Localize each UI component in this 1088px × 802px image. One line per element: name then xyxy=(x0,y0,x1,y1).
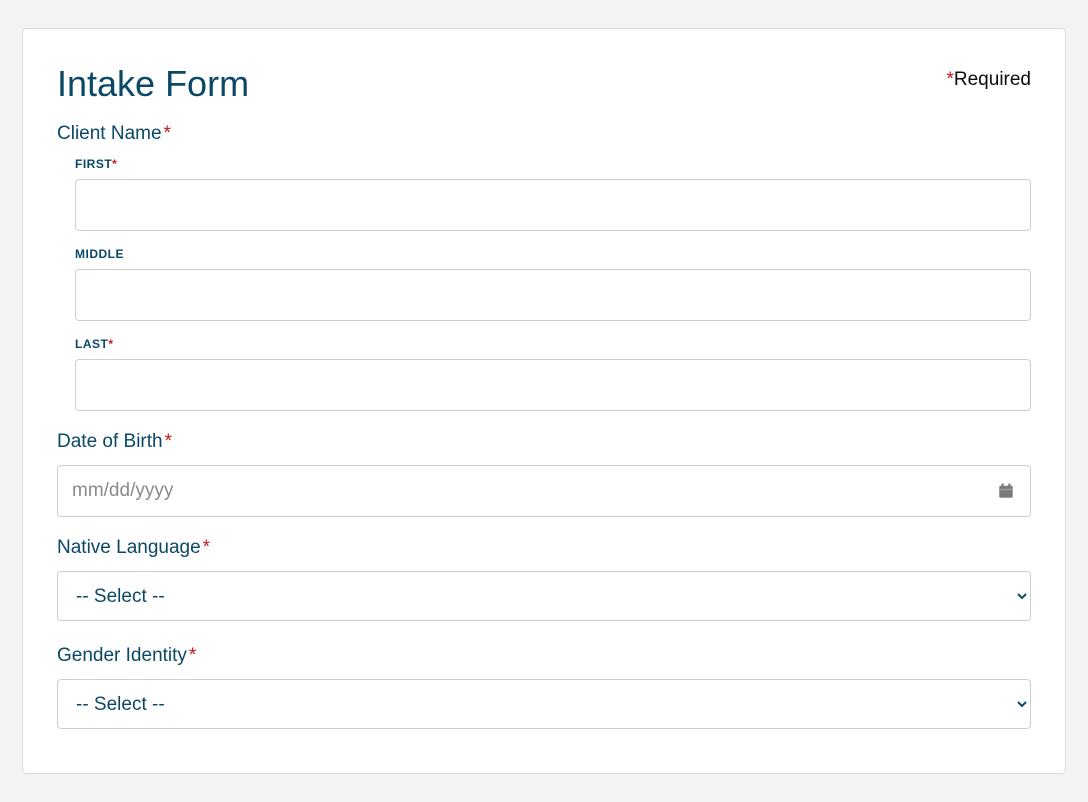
star-icon: * xyxy=(164,123,171,144)
dob-label: Date of Birth* xyxy=(57,431,1031,453)
native-language-label: Native Language* xyxy=(57,537,1031,559)
dob-input-wrap xyxy=(57,465,1031,517)
gender-identity-label: Gender Identity* xyxy=(57,645,1031,667)
first-name-label: FIRST* xyxy=(75,157,1031,171)
required-label: Required xyxy=(954,69,1031,90)
page-title: Intake Form xyxy=(57,63,249,105)
star-icon: * xyxy=(189,645,196,666)
middle-name-input[interactable] xyxy=(75,269,1031,321)
required-indicator: *Required xyxy=(946,69,1031,91)
gender-identity-select[interactable]: -- Select -- xyxy=(57,679,1031,729)
client-name-label: Client Name* xyxy=(57,123,1031,145)
last-name-input[interactable] xyxy=(75,359,1031,411)
client-name-section: Client Name* FIRST* MIDDLE LAST* xyxy=(57,123,1031,411)
star-icon: * xyxy=(108,337,113,351)
client-name-subfields: FIRST* MIDDLE LAST* xyxy=(57,157,1031,411)
gender-identity-section: Gender Identity* -- Select -- xyxy=(57,645,1031,749)
dob-section: Date of Birth* xyxy=(57,431,1031,517)
dob-input[interactable] xyxy=(57,465,1031,517)
native-language-section: Native Language* -- Select -- xyxy=(57,537,1031,641)
star-icon: * xyxy=(946,69,953,90)
form-card: Intake Form *Required Client Name* FIRST… xyxy=(22,28,1066,774)
last-name-label: LAST* xyxy=(75,337,1031,351)
star-icon: * xyxy=(112,157,117,171)
native-language-select[interactable]: -- Select -- xyxy=(57,571,1031,621)
first-name-input[interactable] xyxy=(75,179,1031,231)
middle-name-label: MIDDLE xyxy=(75,247,1031,261)
star-icon: * xyxy=(203,537,210,558)
star-icon: * xyxy=(165,431,172,452)
form-header: Intake Form *Required xyxy=(57,63,1031,105)
